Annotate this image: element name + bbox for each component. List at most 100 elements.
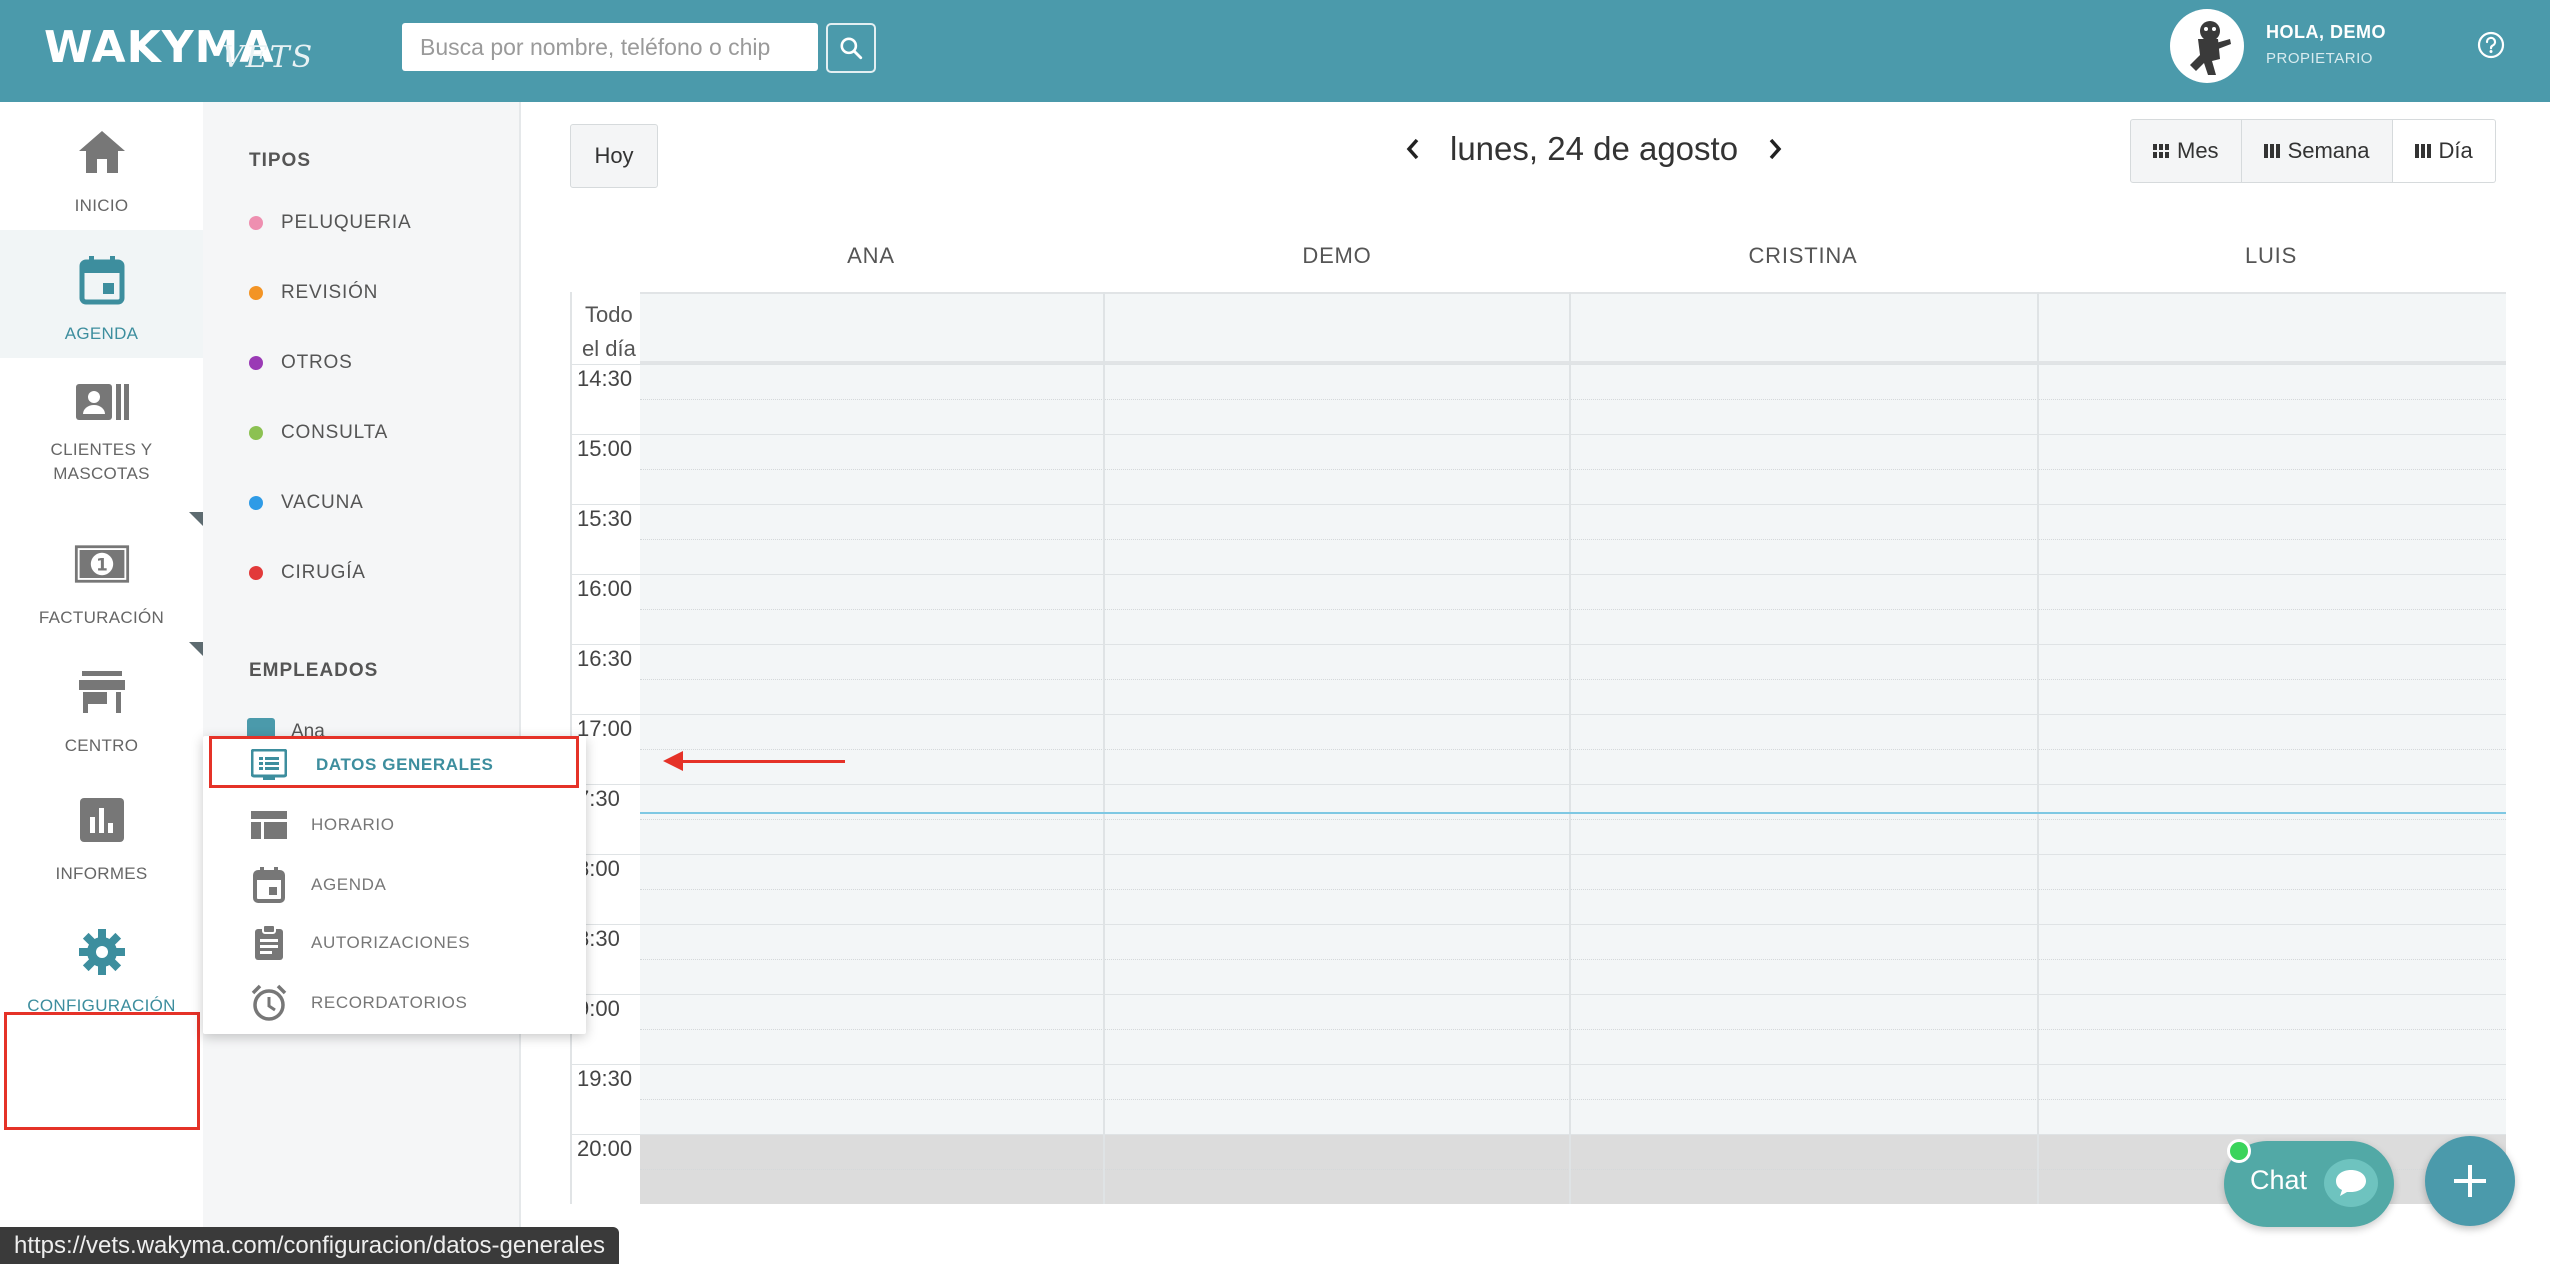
time-label: 14:30 xyxy=(577,366,633,391)
hour-line xyxy=(570,1064,2506,1065)
nav-label: AGENDA xyxy=(64,324,139,343)
hour-line xyxy=(570,854,2506,855)
hour-line xyxy=(570,574,2506,575)
nav-label: FACTURACIÓN xyxy=(38,608,165,627)
half-hour-line xyxy=(640,749,2506,750)
type-filter-consulta[interactable]: CONSULTA xyxy=(249,422,388,444)
search-button[interactable] xyxy=(826,23,876,73)
menu-item-recordatorios[interactable]: RECORDATORIOS xyxy=(203,974,586,1032)
half-hour-line xyxy=(640,399,2506,400)
nav-item-informes[interactable]: INFORMES xyxy=(0,770,203,898)
time-label: 15:30 xyxy=(577,506,633,531)
time-label: 16:30 xyxy=(577,646,633,671)
half-hour-line xyxy=(640,609,2506,610)
hour-line xyxy=(570,364,2506,365)
filters-panel: TIPOS PELUQUERIA REVISIÓN OTROS CONSULTA… xyxy=(203,102,521,1264)
chevron-left-icon xyxy=(1406,138,1419,160)
svg-text:1: 1 xyxy=(96,555,108,575)
half-hour-line xyxy=(640,889,2506,890)
calendar-grid[interactable]: Todo el día 14:30 15:00 15:30 16:00 16:30 17:0… xyxy=(570,292,2506,1204)
gear-icon xyxy=(74,924,130,980)
prev-day-button[interactable] xyxy=(1398,134,1428,164)
hour-line xyxy=(570,1134,2506,1135)
calendar-icon xyxy=(74,252,130,308)
hour-line xyxy=(570,434,2506,435)
alarm-icon xyxy=(249,983,289,1023)
type-filter-vacuna[interactable]: VACUNA xyxy=(249,492,364,514)
hour-line xyxy=(570,644,2506,645)
help-button[interactable] xyxy=(2476,30,2506,60)
type-filter-peluqueria[interactable]: PELUQUERIA xyxy=(249,212,411,234)
next-day-button[interactable] xyxy=(1760,134,1790,164)
type-filter-revision[interactable]: REVISIÓN xyxy=(249,282,378,304)
contacts-icon xyxy=(74,380,130,424)
nav-item-agenda[interactable]: AGENDA xyxy=(0,230,203,358)
menu-item-autorizaciones[interactable]: AUTORIZACIONES xyxy=(203,914,586,972)
nav-label: INFORMES xyxy=(55,864,148,883)
time-label: 19:30 xyxy=(577,1066,633,1091)
type-filter-otros[interactable]: OTROS xyxy=(249,352,353,374)
nav-item-configuracion[interactable]: CONFIGURACIÓN xyxy=(0,902,203,1030)
add-button[interactable] xyxy=(2425,1136,2515,1226)
grid-divider xyxy=(1103,292,1105,1204)
chat-label: Chat xyxy=(2250,1165,2308,1195)
time-label: 20:00 xyxy=(577,1136,633,1161)
hour-line xyxy=(570,784,2506,785)
help-icon xyxy=(2477,31,2505,59)
date-navigator: lunes, 24 de agosto xyxy=(1398,124,1790,174)
menu-item-agenda[interactable]: AGENDA xyxy=(203,856,586,914)
color-dot xyxy=(249,216,263,230)
hour-line xyxy=(570,924,2506,925)
nav-item-inicio[interactable]: INICIO xyxy=(0,102,203,230)
nav-label: INICIO xyxy=(74,196,129,215)
store-icon xyxy=(74,664,130,720)
grid-icon xyxy=(2153,144,2169,158)
nav-label: CENTRO xyxy=(64,736,139,755)
search-input[interactable] xyxy=(402,23,818,71)
half-hour-line xyxy=(640,959,2506,960)
time-label: 16:00 xyxy=(577,576,633,601)
half-hour-line xyxy=(640,679,2506,680)
allday-row[interactable] xyxy=(640,292,2506,364)
hour-line xyxy=(570,504,2506,505)
money-icon: 1 xyxy=(74,536,130,592)
half-hour-line xyxy=(640,1099,2506,1100)
time-label: 15:00 xyxy=(577,436,633,461)
annotation-arrowhead xyxy=(663,751,683,771)
user-avatar-icon xyxy=(2190,21,2231,75)
current-time-line xyxy=(640,812,2506,814)
view-day-button[interactable]: Día xyxy=(2392,119,2496,183)
table-icon xyxy=(249,805,289,845)
avatar[interactable] xyxy=(2170,9,2244,83)
menu-item-label: HORARIO xyxy=(311,815,395,834)
view-week-button[interactable]: Semana xyxy=(2241,119,2393,183)
half-hour-line xyxy=(640,469,2506,470)
column-header-cristina: CRISTINA xyxy=(1748,243,1858,268)
half-hour-line xyxy=(640,1029,2506,1030)
color-dot xyxy=(249,426,263,440)
type-filter-cirugia[interactable]: CIRUGÍA xyxy=(249,562,366,584)
view-month-button[interactable]: Mes xyxy=(2130,119,2242,183)
color-dot xyxy=(249,566,263,580)
calendar-icon xyxy=(249,865,289,905)
color-dot xyxy=(249,496,263,510)
view-switcher: Mes Semana Día xyxy=(2130,119,2496,183)
type-label: OTROS xyxy=(281,352,353,373)
today-button[interactable]: Hoy xyxy=(570,124,658,188)
type-label: CIRUGÍA xyxy=(281,562,366,583)
view-label: Semana xyxy=(2287,138,2370,163)
menu-item-label: RECORDATORIOS xyxy=(311,993,468,1012)
menu-item-horario[interactable]: HORARIO xyxy=(203,796,586,854)
nav-item-centro[interactable]: CENTRO xyxy=(0,642,203,770)
types-title: TIPOS xyxy=(249,150,312,171)
nav-item-clientes[interactable]: CLIENTES Y MASCOTAS xyxy=(0,358,203,486)
hour-line xyxy=(570,714,2506,715)
top-bar: WAKYMA VETS HOLA, DEMO PROPIETARIO xyxy=(0,0,2550,102)
allday-label-line2: el día xyxy=(582,336,636,361)
user-greeting[interactable]: HOLA, DEMO xyxy=(2266,22,2386,43)
nav-item-facturacion[interactable]: 1 FACTURACIÓN xyxy=(0,514,203,642)
config-dropdown-menu: DATOS GENERALES HORARIO AGENDA AUTORIZAC… xyxy=(203,736,586,1034)
online-status-dot xyxy=(2227,1139,2251,1163)
type-label: REVISIÓN xyxy=(281,282,379,303)
color-dot xyxy=(249,356,263,370)
